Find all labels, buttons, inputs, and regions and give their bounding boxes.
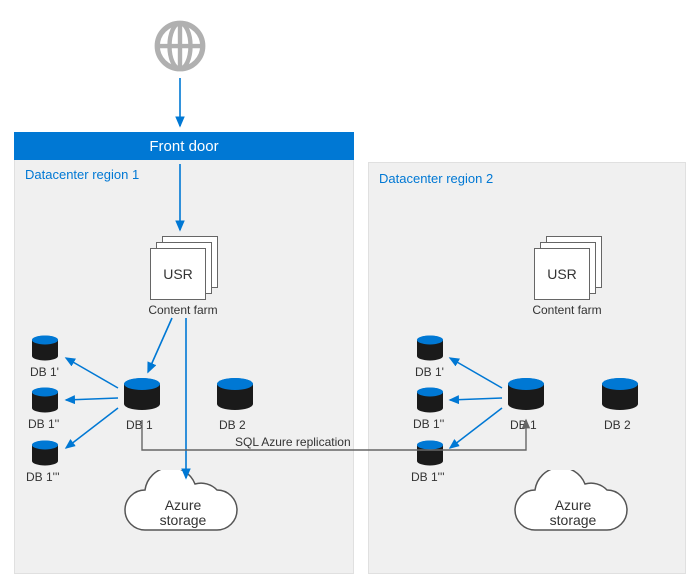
db2-label-r2: DB 2: [604, 418, 631, 432]
db1p-label-r2: DB 1': [415, 365, 444, 379]
db1ppp-region1: [30, 440, 60, 470]
db1pp-region1: [30, 387, 60, 417]
db1ppp-label-r1: DB 1''': [26, 470, 60, 484]
front-door-label: Front door: [149, 138, 218, 155]
content-farm-r2: Content farm: [522, 303, 612, 317]
db1pp-label-r2: DB 1'': [413, 417, 444, 431]
db2-label-r1: DB 2: [219, 418, 246, 432]
db1-region1: [122, 377, 162, 417]
db2-region2: [600, 377, 640, 417]
db1p-label-r1: DB 1': [30, 365, 59, 379]
db1p-region2: [415, 335, 445, 365]
db1ppp-region2: [415, 440, 445, 470]
globe-icon: [152, 18, 208, 74]
usr-stack-region1: USR: [150, 236, 220, 300]
db1p-region1: [30, 335, 60, 365]
region2-label: Datacenter region 2: [379, 171, 493, 186]
db1-label-r1: DB 1: [126, 418, 153, 432]
db1-label-r2: DB 1: [510, 418, 537, 432]
content-farm-r1: Content farm: [138, 303, 228, 317]
usr-label-r2: USR: [534, 248, 590, 300]
db1pp-label-r1: DB 1'': [28, 417, 59, 431]
usr-stack-region2: USR: [534, 236, 604, 300]
storage-label-r2: Azure storage: [538, 498, 608, 529]
front-door: Front door: [14, 132, 354, 160]
db2-region1: [215, 377, 255, 417]
storage-label-r1: Azure storage: [148, 498, 218, 529]
db1pp-region2: [415, 387, 445, 417]
sql-replication-label: SQL Azure replication: [235, 435, 351, 449]
usr-label-r1: USR: [150, 248, 206, 300]
db1ppp-label-r2: DB 1''': [411, 470, 445, 484]
db1-region2: [506, 377, 546, 417]
region1-label: Datacenter region 1: [25, 167, 139, 182]
